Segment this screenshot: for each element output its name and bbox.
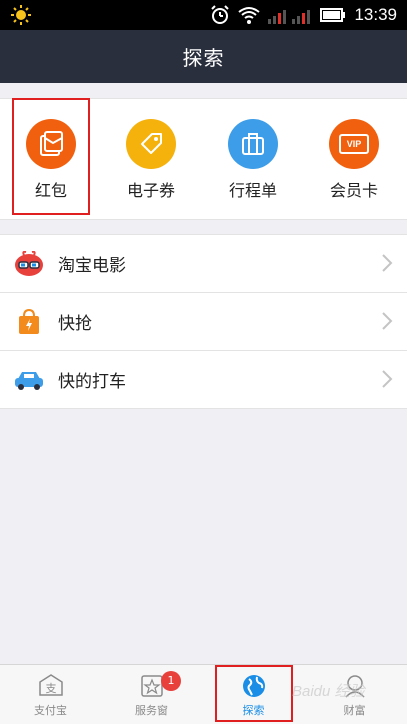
list-item-flash-sale[interactable]: 快抢: [0, 293, 407, 351]
nav-bar: 探索: [0, 30, 407, 83]
coupon-tag-icon: [126, 119, 176, 169]
tab-label: 财富: [343, 704, 366, 717]
explore-list: 淘宝电影 快抢 快的打车: [0, 234, 407, 409]
list-item-label: 快的打车: [58, 372, 126, 392]
vip-badge-text: VIP: [346, 139, 362, 149]
alarm-icon: [211, 5, 230, 24]
highlight-annotation: [12, 98, 90, 215]
grid-item-coupon[interactable]: 电子券: [101, 99, 201, 219]
signal-icon: [268, 10, 311, 24]
status-time: 13:39: [354, 5, 397, 24]
taxi-icon: [14, 365, 44, 395]
tab-label: 服务窗: [135, 704, 168, 717]
svg-text:支: 支: [46, 682, 57, 695]
luggage-icon: [228, 119, 278, 169]
status-bar: 13:39: [0, 0, 407, 30]
vip-card-icon: VIP: [329, 119, 379, 169]
notification-badge: 1: [161, 671, 181, 691]
list-item-label: 淘宝电影: [58, 256, 126, 276]
grid-item-label: 行程单: [228, 181, 277, 200]
taobao-movie-icon: [14, 249, 44, 279]
page-title: 探索: [182, 46, 225, 70]
tab-service-window[interactable]: 1 服务窗: [101, 665, 202, 724]
watermark: Baidu 经验: [292, 683, 365, 700]
alipay-icon: 支: [39, 674, 63, 696]
battery-icon: [320, 8, 346, 22]
grid-item-label: 电子券: [126, 181, 175, 200]
tab-label: 支付宝: [34, 704, 67, 717]
list-item-taobao-movie[interactable]: 淘宝电影: [0, 235, 407, 293]
list-item-kuaidi-taxi[interactable]: 快的打车: [0, 351, 407, 409]
grid-item-itinerary[interactable]: 行程单: [203, 99, 303, 219]
wifi-icon: [238, 7, 261, 24]
chevron-right-icon: [382, 370, 393, 388]
tab-highlight-annotation: [215, 665, 293, 722]
chevron-right-icon: [382, 254, 393, 272]
grid-item-member-card[interactable]: VIP 会员卡: [304, 99, 404, 219]
chevron-right-icon: [382, 312, 393, 330]
list-item-label: 快抢: [58, 314, 92, 334]
sun-icon: [11, 5, 31, 25]
grid-item-label: 会员卡: [329, 181, 378, 200]
shopping-bag-icon: [14, 307, 44, 337]
tab-alipay[interactable]: 支 支付宝: [0, 665, 101, 724]
